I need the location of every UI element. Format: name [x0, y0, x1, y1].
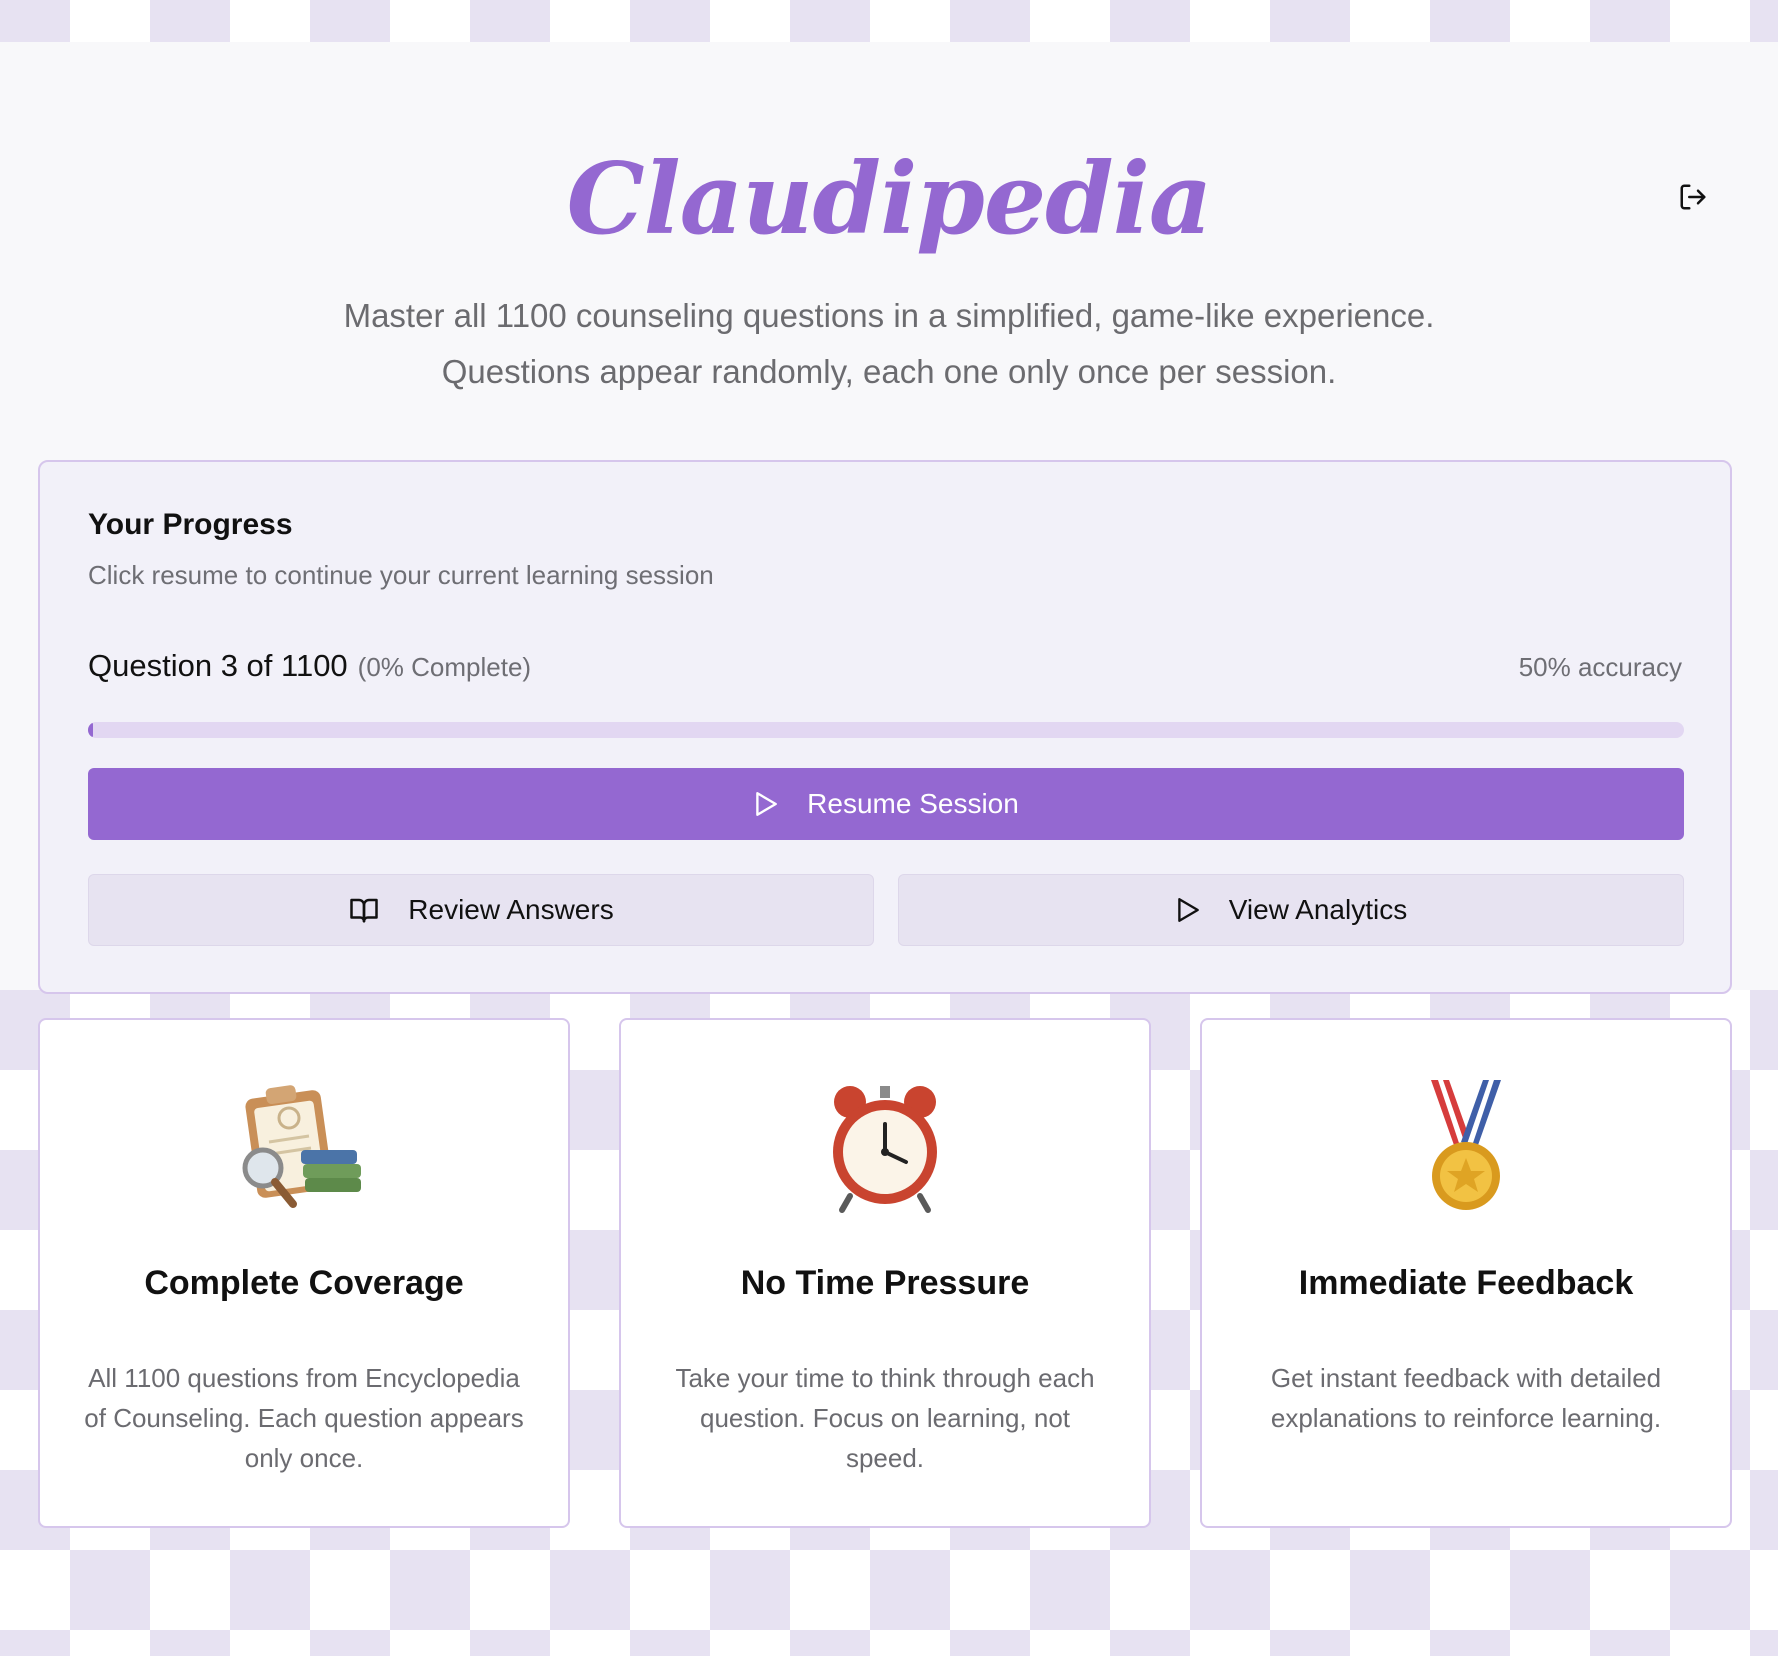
medal-icon	[1202, 1072, 1730, 1222]
feature-title: Immediate Feedback	[1298, 1264, 1634, 1302]
alarm-clock-icon	[621, 1072, 1149, 1222]
feature-description: Take your time to think through each que…	[675, 1363, 1095, 1473]
progress-title: Your Progress	[88, 508, 293, 541]
logout-icon	[1680, 184, 1706, 210]
progress-bar	[88, 722, 1684, 738]
play-icon	[756, 792, 778, 816]
question-counter: Question 3 of 1100 (0% Complete)	[88, 648, 531, 684]
book-open-icon	[350, 898, 379, 923]
subtitle-line-2: Questions appear randomly, each one only…	[441, 353, 1337, 390]
background-pattern-top	[0, 0, 1778, 42]
feature-title: No Time Pressure	[740, 1264, 1030, 1302]
resume-session-button[interactable]: Resume Session	[88, 768, 1684, 840]
progress-description: Click resume to continue your current le…	[88, 560, 714, 590]
percent-complete: (0% Complete)	[357, 652, 532, 682]
progress-card: Your Progress Click resume to continue y…	[38, 460, 1732, 994]
view-analytics-button[interactable]: View Analytics	[898, 874, 1684, 946]
feature-description: All 1100 questions from Encyclopedia of …	[84, 1363, 524, 1473]
resume-session-label: Resume Session	[807, 788, 1019, 819]
feature-card-immediate-feedback: Immediate Feedback Get instant feedback …	[1200, 1018, 1732, 1528]
feature-title: Complete Coverage	[144, 1264, 464, 1302]
progress-bar-fill	[88, 722, 93, 738]
play-icon	[1177, 898, 1199, 922]
logout-button[interactable]	[1676, 180, 1710, 214]
accuracy-label: 50% accuracy	[1518, 652, 1682, 682]
question-label: Question 3 of 1100	[88, 648, 348, 683]
review-answers-label: Review Answers	[408, 894, 614, 925]
hero-section: Claudipedia Master all 1100 counseling q…	[0, 42, 1778, 994]
feature-card-no-time-pressure: No Time Pressure Take your time to think…	[619, 1018, 1151, 1528]
feature-description: Get instant feedback with detailed expla…	[1270, 1363, 1662, 1433]
brand-title: Claudipedia	[566, 142, 1213, 257]
feature-card-complete-coverage: Complete Coverage All 1100 questions fro…	[38, 1018, 570, 1528]
clipboard-books-icon	[40, 1072, 568, 1222]
view-analytics-label: View Analytics	[1228, 894, 1408, 925]
subtitle-line-1: Master all 1100 counseling questions in …	[343, 297, 1435, 334]
review-answers-button[interactable]: Review Answers	[88, 874, 874, 946]
hero-subtitle: Master all 1100 counseling questions in …	[0, 288, 1778, 400]
